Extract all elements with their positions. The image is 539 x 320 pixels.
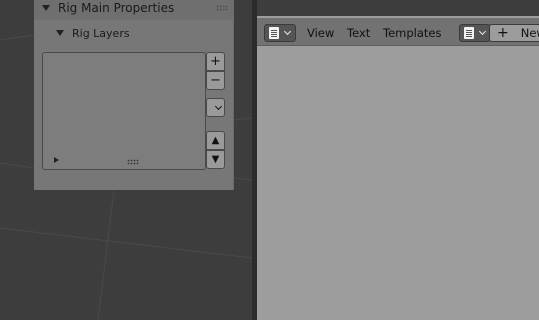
menu-text[interactable]: Text [347, 26, 370, 40]
text-editor-header: View Text Templates + New [257, 18, 539, 46]
chevron-down-icon [214, 102, 223, 110]
subpanel-title: Rig Layers [72, 26, 130, 40]
collapse-triangle-icon[interactable] [42, 5, 50, 11]
editor-type-button[interactable] [264, 24, 296, 42]
text-datablock-browse-button[interactable] [459, 24, 491, 42]
expand-filter-icon[interactable] [54, 157, 59, 163]
move-down-button[interactable]: ▼ [206, 150, 225, 169]
text-datablock-icon [464, 27, 474, 39]
specials-menu-button[interactable] [206, 98, 225, 117]
remove-layer-button[interactable]: − [206, 71, 225, 90]
add-layer-button[interactable]: + [206, 52, 225, 71]
panel-title: Rig Main Properties [58, 1, 175, 15]
chevron-down-icon [478, 27, 487, 36]
rig-main-properties-panel: Rig Main Properties Rig Layers + − ▲ ▼ [34, 0, 234, 190]
editor-top-gap [257, 0, 539, 16]
drag-grip-icon[interactable] [216, 5, 228, 11]
panel-header[interactable]: Rig Main Properties [34, 0, 234, 20]
menu-view[interactable]: View [307, 26, 334, 40]
chevron-down-icon [283, 27, 292, 36]
collapse-triangle-icon[interactable] [56, 30, 64, 36]
new-text-button[interactable]: + New [489, 24, 539, 42]
text-editor[interactable]: View Text Templates + New [257, 0, 539, 320]
move-up-button[interactable]: ▲ [206, 131, 225, 150]
arrow-down-icon: ▼ [211, 153, 220, 165]
arrow-up-icon: ▲ [211, 134, 220, 146]
new-text-label: New [520, 26, 539, 40]
subpanel-header[interactable]: Rig Layers [34, 22, 234, 44]
list-resize-handle[interactable] [127, 159, 139, 165]
text-editor-icon [269, 27, 279, 39]
plus-icon: + [497, 25, 509, 41]
menu-templates[interactable]: Templates [383, 26, 441, 40]
3d-viewport[interactable]: Rig Main Properties Rig Layers + − ▲ ▼ [0, 0, 252, 320]
rig-layers-list[interactable] [42, 52, 206, 170]
